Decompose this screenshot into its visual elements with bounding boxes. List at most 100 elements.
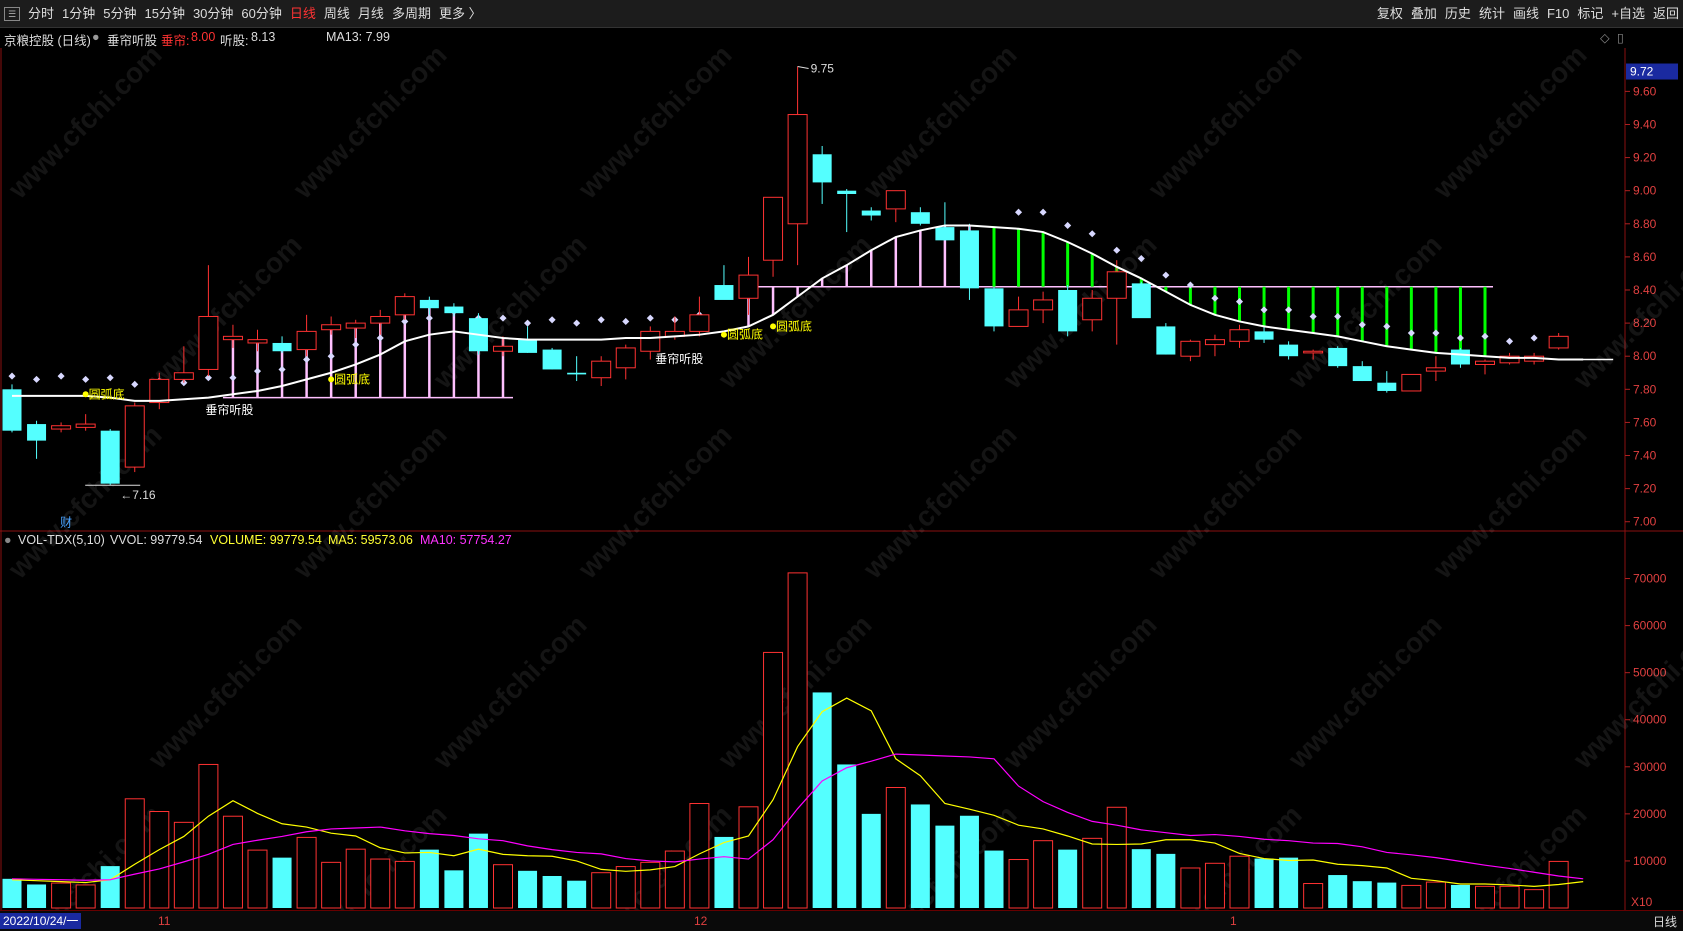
chuilian-value: 8.00 bbox=[191, 30, 216, 44]
price-tick-label: 8.80 bbox=[1633, 217, 1657, 231]
volume-bar bbox=[247, 849, 268, 909]
tingu-dot bbox=[1039, 208, 1047, 216]
candle-body bbox=[615, 347, 636, 369]
finance-marker: 财 bbox=[60, 516, 72, 530]
chuilian-tingu-label: 垂帘听股 bbox=[205, 402, 253, 417]
ma10-value: MA10: 57754.27 bbox=[420, 533, 512, 547]
candle-body bbox=[1475, 360, 1495, 365]
window-icon[interactable]: ▯ bbox=[1617, 30, 1624, 45]
volume-tick-label: 10000 bbox=[1633, 854, 1667, 868]
kline-chart[interactable]: 9.609.409.209.008.808.608.408.208.007.80… bbox=[0, 0, 1683, 910]
tingu-dot bbox=[352, 341, 360, 349]
volume-bar bbox=[149, 811, 170, 909]
tingu-dot bbox=[1088, 230, 1096, 238]
volume-bar bbox=[1156, 853, 1176, 908]
volume-bar bbox=[689, 803, 710, 909]
month-label-12: 12 bbox=[694, 914, 708, 928]
volume-bar bbox=[1450, 884, 1470, 908]
indicator-info-bar: 京粮控股 (日线) ● 垂帘听股 垂帘: 8.00 听股: 8.13 MA13:… bbox=[0, 28, 1683, 48]
candle-body bbox=[1180, 340, 1201, 357]
watermark: www.cfchi.com bbox=[712, 229, 878, 395]
volume-bar bbox=[787, 572, 808, 909]
watermark: www.cfchi.com bbox=[857, 419, 1023, 585]
tingu-dot bbox=[1407, 329, 1415, 337]
tingu-dot bbox=[573, 319, 581, 327]
volume-bar bbox=[935, 825, 955, 908]
tingu-dot bbox=[548, 316, 556, 324]
candle-body bbox=[1352, 366, 1372, 382]
volume-bar bbox=[518, 870, 538, 908]
tingu-dot bbox=[1432, 329, 1440, 337]
volume-bar bbox=[1377, 882, 1397, 908]
candle-body bbox=[689, 314, 710, 332]
candle-body bbox=[518, 339, 538, 353]
yuanhudi-label: 圆弧底 bbox=[334, 371, 370, 386]
volume-bar bbox=[885, 787, 906, 909]
volume-bar bbox=[910, 804, 930, 908]
tingu-dot bbox=[1162, 271, 1170, 279]
candle-body bbox=[419, 299, 439, 309]
candle-body bbox=[1328, 347, 1348, 367]
tingu-dot bbox=[278, 365, 286, 373]
tingu-dot bbox=[33, 375, 41, 383]
candle-body bbox=[861, 210, 881, 216]
yuanhudi-label: 圆弧底 bbox=[776, 318, 812, 333]
tingu-dot bbox=[376, 334, 384, 342]
candle-body bbox=[812, 154, 832, 183]
date-axis: 2022/10/24/一 11 12 1 日线 bbox=[0, 910, 1683, 931]
volume-bar bbox=[296, 836, 317, 909]
candle-body bbox=[1303, 350, 1324, 354]
watermark: www.cfchi.com bbox=[287, 39, 453, 205]
chuilian-label: 垂帘: bbox=[161, 34, 190, 48]
indicator-toggle-icon[interactable]: ● bbox=[92, 30, 100, 44]
tingu-dot bbox=[327, 352, 335, 360]
volume-bar bbox=[1106, 806, 1127, 909]
candle-body bbox=[738, 274, 759, 299]
volume-bar bbox=[861, 813, 881, 908]
volume-bar bbox=[615, 866, 636, 909]
tingu-dot bbox=[106, 374, 114, 382]
candle-body bbox=[837, 190, 857, 194]
volume-bar bbox=[1082, 837, 1103, 909]
volume-bar bbox=[370, 858, 391, 909]
candle-body bbox=[591, 360, 612, 379]
candle-body bbox=[370, 315, 391, 324]
vol-toggle-icon[interactable]: ● bbox=[4, 533, 12, 547]
volume-bar bbox=[1425, 881, 1446, 909]
tingu-dot bbox=[8, 372, 16, 380]
watermark: www.cfchi.com bbox=[427, 609, 593, 775]
volume-bar bbox=[738, 806, 759, 909]
candle-body bbox=[1548, 335, 1569, 349]
candle-body bbox=[149, 378, 170, 404]
period-label[interactable]: 日线 bbox=[1653, 913, 1677, 930]
candle-body bbox=[787, 114, 808, 225]
volume-bar bbox=[812, 692, 832, 908]
candle-body bbox=[493, 345, 513, 352]
watermark: www.cfchi.com bbox=[1427, 419, 1593, 585]
vol-indicator-name[interactable]: VOL-TDX(5,10) bbox=[18, 533, 105, 547]
tingu-dot bbox=[229, 374, 237, 382]
candle-body bbox=[345, 322, 366, 329]
indicator-name[interactable]: 垂帘听股 bbox=[107, 30, 157, 49]
volume-info-bar: ● VOL-TDX(5,10) VVOL: 99779.54 VOLUME: 9… bbox=[0, 532, 1683, 550]
candle-body bbox=[1106, 271, 1127, 299]
candle-body bbox=[885, 190, 906, 210]
volume-bar bbox=[1303, 883, 1324, 909]
candle-body bbox=[640, 330, 661, 352]
volume-bar bbox=[1008, 859, 1029, 909]
volume-bar bbox=[27, 884, 47, 908]
high-price-label: 9.75 bbox=[811, 62, 835, 76]
yuanhudi-label: 圆弧底 bbox=[727, 327, 763, 342]
diamond-icon[interactable]: ◇ bbox=[1600, 30, 1610, 45]
price-tick-label: 8.00 bbox=[1633, 349, 1657, 363]
price-tick-label: 7.20 bbox=[1633, 482, 1657, 496]
candle-body bbox=[321, 324, 342, 331]
candle-body bbox=[173, 372, 194, 380]
candle-body bbox=[75, 423, 96, 428]
volume-bar bbox=[837, 764, 857, 908]
volume-bar bbox=[664, 850, 685, 909]
tingu-dot bbox=[82, 375, 90, 383]
tingu-dot bbox=[1285, 306, 1293, 314]
candle-body bbox=[1401, 373, 1422, 392]
candle-body bbox=[567, 372, 587, 375]
